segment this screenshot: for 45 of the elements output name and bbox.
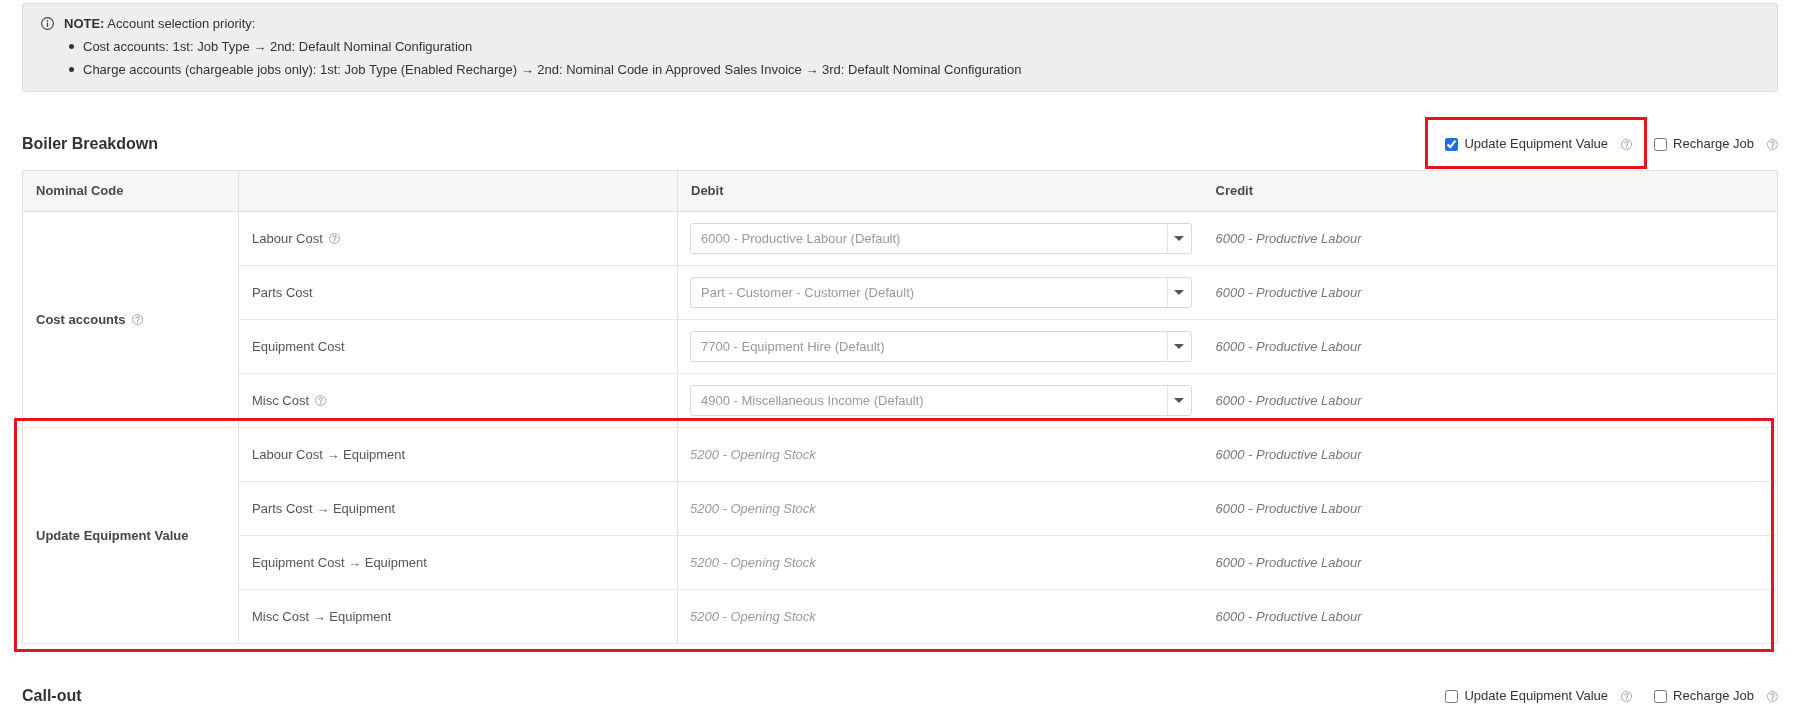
caret-icon <box>1174 236 1184 241</box>
checkbox[interactable] <box>1445 137 1459 151</box>
note-item: Cost accounts: 1st: Job Type → 2nd: Default Nominal Configuration <box>83 38 473 56</box>
note-item: Charge accounts (chargeable jobs only): 1st: Job Type (Enabled Recharge) → 2nd: Nominal Code in Approved Sales Invoice → 3rd: Default Nominal Configuration <box>83 61 1022 79</box>
bullet-icon <box>69 44 74 49</box>
credit-account: 6000 - Productive Labour <box>1215 338 1362 354</box>
option-label[interactable]: Recharge Job <box>1673 687 1754 704</box>
credit-account: 6000 - Productive Labour <box>1215 230 1362 246</box>
checkbox[interactable] <box>1654 137 1668 151</box>
credit-account: 6000 - Productive Labour <box>1215 608 1362 624</box>
caret-icon <box>1174 290 1184 295</box>
section-title: Boiler Breakdown <box>22 135 159 153</box>
column-header: Credit <box>1202 170 1778 212</box>
bullet-icon <box>69 67 74 72</box>
caret-icon <box>1174 398 1184 403</box>
caret-icon <box>1174 344 1184 349</box>
group-label: Update Equipment Value <box>36 527 189 543</box>
option-label[interactable]: Recharge Job <box>1673 135 1754 153</box>
note-heading: NOTE: Account selection priority: <box>64 15 256 33</box>
row-label: Equipment Cost → Equipment <box>252 554 427 570</box>
option-label[interactable]: Update Equipment Value <box>1464 687 1609 704</box>
info-icon <box>41 17 54 30</box>
column-header: Debit <box>677 170 1203 212</box>
row-label: Parts Cost → Equipment <box>252 500 396 516</box>
debit-account: 5200 - Opening Stock <box>690 608 816 624</box>
credit-account: 6000 - Productive Labour <box>1215 446 1362 462</box>
checkbox[interactable] <box>1445 689 1459 703</box>
debit-account: 5200 - Opening Stock <box>690 500 816 516</box>
section-title: Call-out <box>22 687 82 704</box>
option-label[interactable]: Update Equipment Value <box>1464 135 1609 153</box>
checkbox[interactable] <box>1654 689 1668 703</box>
debit-account: 5200 - Opening Stock <box>690 446 816 462</box>
row-label: Misc Cost <box>252 392 310 408</box>
credit-account: 6000 - Productive Labour <box>1215 554 1362 570</box>
row-label: Labour Cost → Equipment <box>252 446 406 462</box>
credit-account: 6000 - Productive Labour <box>1215 284 1362 300</box>
credit-account: 6000 - Productive Labour <box>1215 500 1362 516</box>
debit-account: 5200 - Opening Stock <box>690 554 816 570</box>
credit-account: 6000 - Productive Labour <box>1215 392 1362 408</box>
row-label: Labour Cost <box>252 230 323 246</box>
row-label: Misc Cost → Equipment <box>252 608 392 624</box>
group-label: Cost accounts <box>36 311 126 327</box>
row-label: Parts Cost <box>252 284 313 300</box>
row-label: Equipment Cost <box>252 338 345 354</box>
column-header: Nominal Code <box>22 170 239 212</box>
